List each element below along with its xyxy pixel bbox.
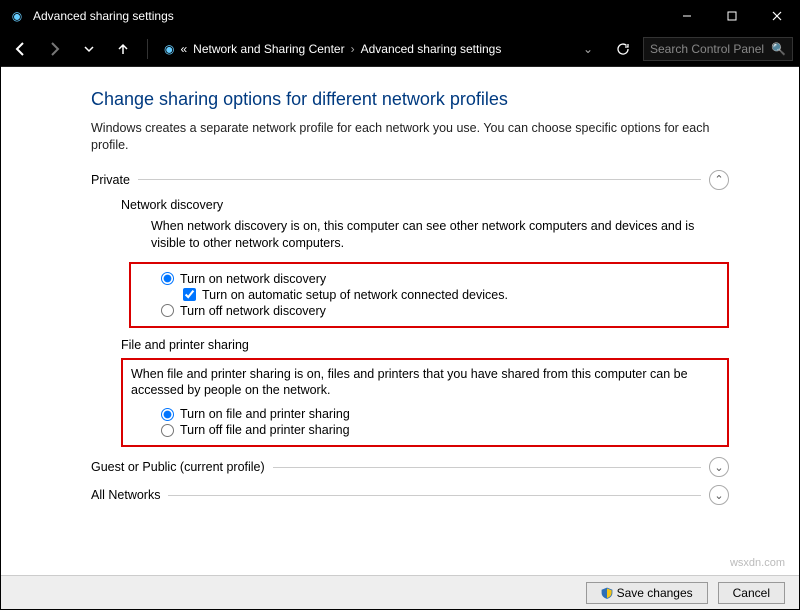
checkbox-nd-auto-input[interactable] [183,288,196,301]
checkbox-nd-auto-label: Turn on automatic setup of network conne… [202,288,508,302]
file-printer-desc: When file and printer sharing is on, fil… [131,366,719,400]
watermark: wsxdn.com [730,557,785,569]
breadcrumb-advanced-sharing[interactable]: Advanced sharing settings [361,42,502,56]
forward-button[interactable] [41,35,69,63]
nav-separator [147,39,148,59]
network-discovery-options: Turn on network discovery Turn on automa… [129,262,729,328]
search-input[interactable]: Search Control Panel 🔍 [643,37,793,61]
close-button[interactable] [754,1,799,31]
save-changes-label: Save changes [617,586,693,600]
radio-fp-on[interactable]: Turn on file and printer sharing [161,407,719,421]
chevron-right-icon: › [351,42,355,56]
control-panel-icon: ◉ [164,42,174,56]
page-description: Windows creates a separate network profi… [91,120,729,154]
minimize-button[interactable] [664,1,709,31]
content-area: Change sharing options for different net… [1,67,799,577]
network-discovery-head: Network discovery [121,198,729,212]
chevron-down-icon[interactable]: ⌄ [709,485,729,505]
search-icon: 🔍 [771,42,786,56]
radio-fp-off-label: Turn off file and printer sharing [180,423,350,437]
section-guest-header[interactable]: Guest or Public (current profile) ⌄ [91,457,729,477]
radio-fp-off-input[interactable] [161,424,174,437]
maximize-button[interactable] [709,1,754,31]
section-private-header[interactable]: Private ⌃ [91,170,729,190]
breadcrumb[interactable]: ◉ « Network and Sharing Center › Advance… [158,37,603,61]
radio-nd-on-input[interactable] [161,272,174,285]
divider [168,495,701,496]
titlebar: ◉ Advanced sharing settings [1,1,799,31]
bottombar: Save changes Cancel [1,575,799,609]
page-title: Change sharing options for different net… [91,89,729,110]
section-guest-label: Guest or Public (current profile) [91,460,265,474]
window-title: Advanced sharing settings [27,9,664,23]
divider [273,467,701,468]
save-changes-button[interactable]: Save changes [586,582,708,604]
file-printer-head: File and printer sharing [121,338,729,352]
radio-fp-off[interactable]: Turn off file and printer sharing [161,423,719,437]
breadcrumb-ellipsis[interactable]: « [180,42,187,56]
checkbox-nd-auto[interactable]: Turn on automatic setup of network conne… [183,288,719,302]
network-discovery-desc: When network discovery is on, this compu… [151,218,729,252]
breadcrumb-dropdown[interactable]: ⌄ [579,42,597,56]
recent-locations-button[interactable] [75,35,103,63]
shield-icon [601,587,613,599]
section-private-label: Private [91,173,130,187]
search-placeholder: Search Control Panel [650,42,764,56]
navbar: ◉ « Network and Sharing Center › Advance… [1,31,799,67]
radio-fp-on-input[interactable] [161,408,174,421]
radio-fp-on-label: Turn on file and printer sharing [180,407,350,421]
breadcrumb-network-center[interactable]: Network and Sharing Center [193,42,344,56]
cancel-button[interactable]: Cancel [718,582,785,604]
radio-nd-off-input[interactable] [161,304,174,317]
radio-nd-off[interactable]: Turn off network discovery [161,304,719,318]
up-button[interactable] [109,35,137,63]
back-button[interactable] [7,35,35,63]
radio-nd-off-label: Turn off network discovery [180,304,326,318]
radio-nd-on-label: Turn on network discovery [180,272,326,286]
divider [138,179,701,180]
radio-nd-on[interactable]: Turn on network discovery [161,272,719,286]
refresh-button[interactable] [609,35,637,63]
cancel-label: Cancel [733,586,770,600]
section-all-header[interactable]: All Networks ⌄ [91,485,729,505]
app-icon: ◉ [7,9,27,23]
chevron-down-icon[interactable]: ⌄ [709,457,729,477]
chevron-up-icon[interactable]: ⌃ [709,170,729,190]
section-all-label: All Networks [91,488,160,502]
file-printer-options: When file and printer sharing is on, fil… [121,358,729,448]
